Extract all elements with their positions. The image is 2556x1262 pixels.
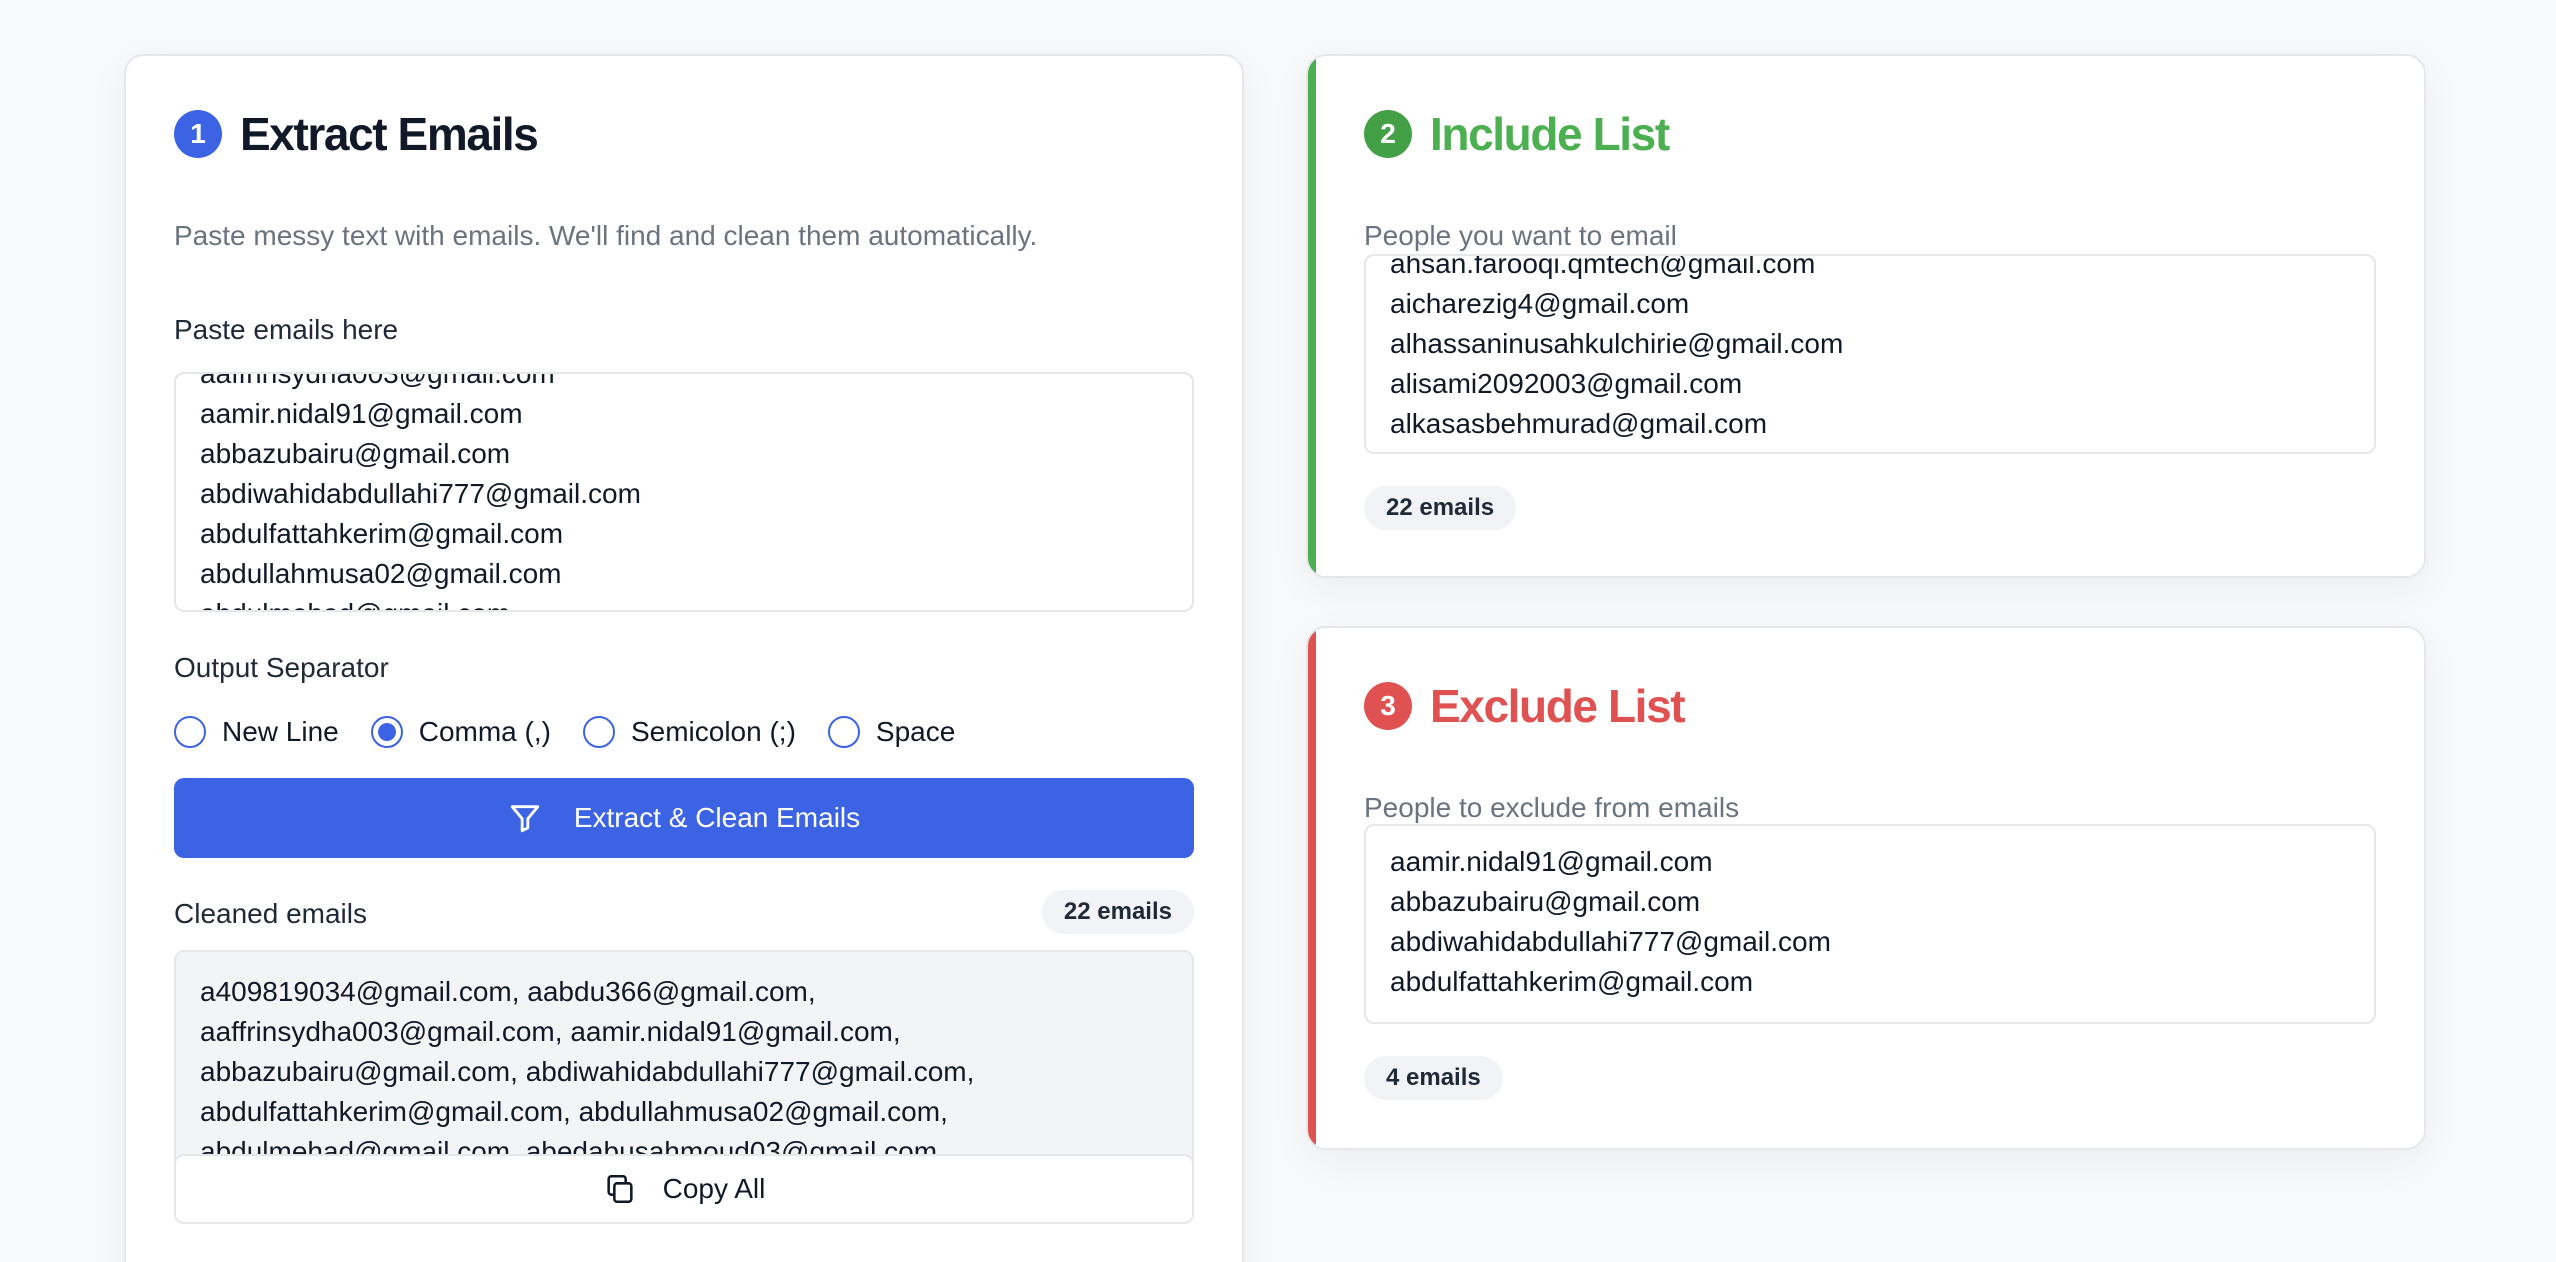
page: 1 Extract Emails Paste messy text with e… bbox=[0, 0, 2556, 1262]
exclude-list-textarea[interactable]: aamir.nidal91@gmail.com abbazubairu@gmail… bbox=[1364, 824, 2376, 1024]
include-count-badge: 22 emails bbox=[1364, 486, 1517, 530]
include-list-textarea[interactable]: ahsan.farooqi.qmtech@gmail.com aicharezig… bbox=[1364, 254, 2376, 454]
exclude-count-badge: 4 emails bbox=[1364, 1056, 1503, 1100]
exclude-list-card: 3 Exclude List People to exclude from em… bbox=[1306, 626, 2426, 1150]
copy-icon bbox=[603, 1172, 637, 1206]
extract-emails-card: 1 Extract Emails Paste messy text with e… bbox=[124, 54, 1244, 1262]
pasted-email-line: abdullahmusa02@gmail.com bbox=[200, 558, 562, 589]
cleaned-emails-label: Cleaned emails bbox=[174, 898, 367, 929]
include-email-line: ahsan.farooqi.qmtech@gmail.com bbox=[1390, 254, 1816, 279]
separator-option-label: Semicolon (;) bbox=[630, 716, 796, 747]
separator-option-label: New Line bbox=[222, 716, 339, 747]
exclude-email-line: abdiwahidabdullahi777@gmail.com bbox=[1390, 926, 1831, 957]
separator-option-semicolon[interactable]: Semicolon (;) bbox=[582, 716, 796, 748]
pasted-email-line: abbazubairu@gmail.com bbox=[200, 438, 511, 469]
pasted-email-line: abdulmehad@gmail.com bbox=[200, 594, 1168, 610]
include-list-card: 2 Include List People you want to email … bbox=[1306, 54, 2426, 578]
filter-icon bbox=[508, 801, 542, 835]
exclude-email-line: abdulfattahkerim@gmail.com bbox=[1390, 966, 1754, 997]
radio-button[interactable] bbox=[174, 716, 206, 748]
include-email-line: aicharezig4@gmail.com bbox=[1390, 288, 1690, 319]
radio-button[interactable] bbox=[370, 716, 403, 748]
cleaned-email-line: abbazubairu@gmail.com, abdiwahidabdullah… bbox=[200, 1056, 975, 1087]
pasted-email-line: abdiwahidabdullahi777@gmail.com bbox=[200, 478, 641, 509]
include-email-line: alkasasbehmurad@gmail.com bbox=[1390, 408, 1768, 439]
exclude-title: Exclude List bbox=[1430, 680, 1686, 732]
output-separator-label: Output Separator bbox=[174, 652, 389, 683]
exclude-email-line: aamir.nidal91@gmail.com bbox=[1390, 846, 1713, 877]
separator-option-space[interactable]: Space bbox=[827, 716, 956, 748]
exclude-email-line: abbazubairu@gmail.com bbox=[1390, 886, 1701, 917]
include-title: Include List bbox=[1430, 108, 1670, 160]
cleaned-count-badge: 22 emails bbox=[1041, 890, 1194, 934]
include-list-content: ahsan.farooqi.qmtech@gmail.com aicharezig… bbox=[1390, 254, 2350, 444]
step-3-badge: 3 bbox=[1364, 682, 1412, 730]
paste-emails-textarea[interactable]: aaffrinsydha003@gmail.com aamir.nidal91@g… bbox=[174, 372, 1194, 612]
extract-subtitle: Paste messy text with emails. We'll find… bbox=[174, 220, 1038, 251]
paste-emails-content: aaffrinsydha003@gmail.com aamir.nidal91@g… bbox=[200, 372, 1168, 610]
pasted-email-line: aaffrinsydha003@gmail.com bbox=[200, 372, 555, 389]
cleaned-email-line: a409819034@gmail.com, aabdu366@gmail.com… bbox=[200, 976, 816, 1007]
output-separator-group: New Line Comma (,) Semicolon (;) Space bbox=[174, 712, 987, 752]
separator-option-label: Space bbox=[875, 716, 956, 747]
paste-emails-label: Paste emails here bbox=[174, 314, 399, 345]
copy-all-button[interactable]: Copy All bbox=[174, 1154, 1194, 1224]
radio-button[interactable] bbox=[827, 716, 860, 748]
radio-button[interactable] bbox=[582, 716, 615, 748]
include-email-line: alhassaninusahkulchirie@gmail.com bbox=[1390, 328, 1844, 359]
separator-option-comma[interactable]: Comma (,) bbox=[370, 716, 551, 748]
copy-all-button-label: Copy All bbox=[662, 1173, 766, 1204]
include-email-line: alisami2092003@gmail.com bbox=[1390, 368, 1743, 399]
include-card-header: 2 Include List bbox=[1364, 104, 1670, 164]
cleaned-email-line: abdulfattahkerim@gmail.com, abdullahmusa… bbox=[200, 1096, 948, 1127]
include-subtitle: People you want to email bbox=[1364, 220, 1677, 251]
exclude-card-header: 3 Exclude List bbox=[1364, 676, 1686, 736]
step-1-badge: 1 bbox=[174, 110, 222, 158]
pasted-email-line: aamir.nidal91@gmail.com bbox=[200, 398, 523, 429]
extract-title: Extract Emails bbox=[240, 108, 539, 160]
exclude-subtitle: People to exclude from emails bbox=[1364, 792, 1740, 823]
cleaned-email-line: aaffrinsydha003@gmail.com, aamir.nidal91… bbox=[200, 1016, 901, 1047]
separator-option-new-line[interactable]: New Line bbox=[174, 716, 339, 748]
radio-dot bbox=[377, 723, 396, 741]
extract-card-header: 1 Extract Emails bbox=[174, 104, 539, 164]
separator-option-label: Comma (,) bbox=[418, 716, 551, 747]
pasted-email-line: abdulfattahkerim@gmail.com bbox=[200, 518, 564, 549]
step-2-badge: 2 bbox=[1364, 110, 1412, 158]
extract-clean-button[interactable]: Extract & Clean Emails bbox=[174, 778, 1194, 858]
exclude-list-content: aamir.nidal91@gmail.com abbazubairu@gmail… bbox=[1390, 842, 2350, 1002]
extract-clean-button-label: Extract & Clean Emails bbox=[573, 802, 861, 833]
